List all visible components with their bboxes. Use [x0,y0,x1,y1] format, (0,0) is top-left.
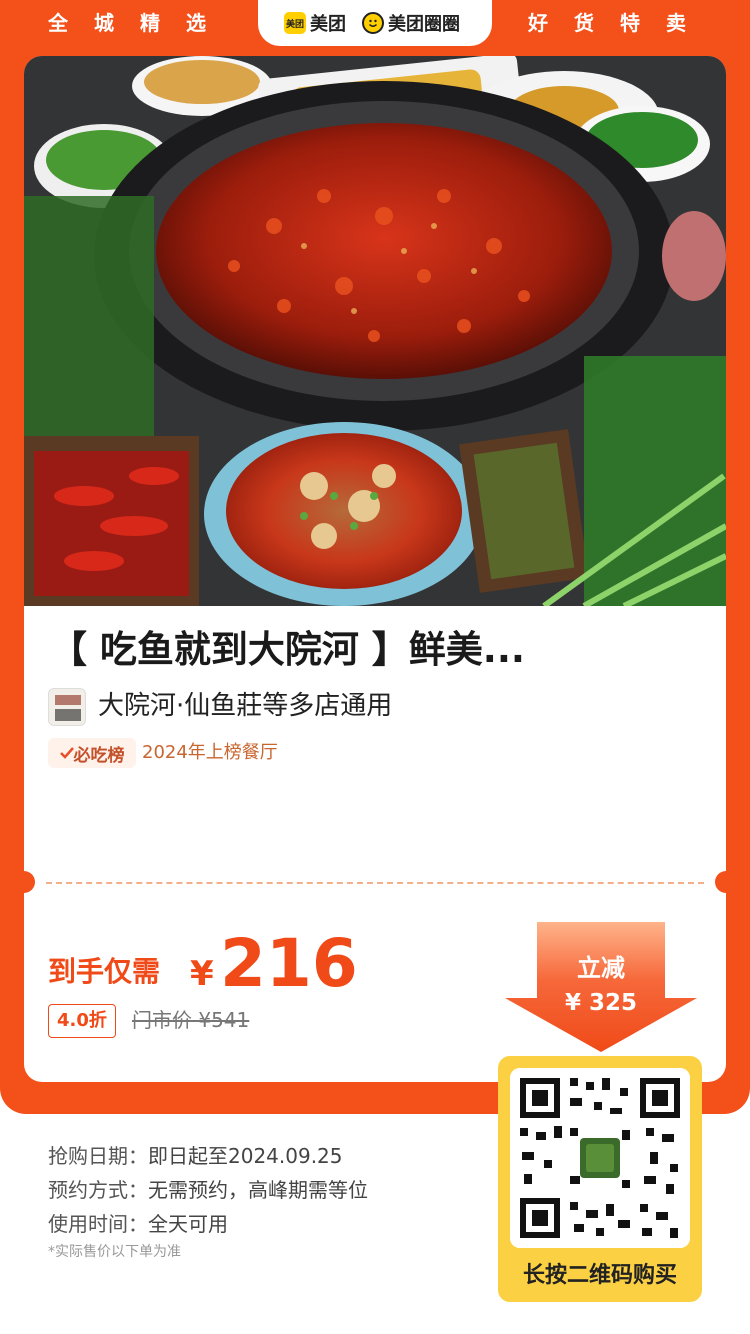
right-notch [715,871,737,893]
info-row-usage-time: 使用时间：全天可用 [48,1208,228,1240]
dashed-divider [46,882,704,884]
final-price: 216 [220,925,358,1002]
left-slogan: 全城精选 [48,11,232,35]
info-row-reservation: 预约方式：无需预约，高峰期需等位 [48,1174,368,1206]
check-icon [59,747,74,759]
savings-amount: ¥ 325 [564,990,638,1016]
price-label: 到手仅需 [48,955,161,988]
currency-symbol: ¥ [190,954,214,994]
price-disclaimer: *实际售价以下单为准 [48,1244,181,1260]
qr-label: 长按二维码购买 [522,1263,677,1288]
info-key: 使用时间： [48,1212,148,1236]
info-row-date: 抢购日期：即日起至2024.09.25 [48,1140,343,1172]
rank-badge-label: 必吃榜 [73,745,125,766]
info-value: 无需预约，高峰期需等位 [148,1178,368,1202]
qr-code[interactable] [510,1068,690,1248]
meituan-quanquan-label: 美团圈圈 [388,14,460,35]
smile-logo-icon [362,12,384,34]
store-name[interactable]: 大院河·仙鱼莊等多店通用 [98,686,392,726]
discount-badge: 4.0折 [48,1004,116,1038]
right-slogan: 好货特卖 [528,11,712,35]
must-eat-rank-badge: 必吃榜 [48,738,136,768]
qr-code-icon [510,1068,690,1248]
hotpot-food-image[interactable] [24,56,726,606]
meituan-brand: 美团 美团 [284,10,346,36]
rank-text: 2024年上榜餐厅 [142,742,278,763]
info-value: 即日起至2024.09.25 [148,1144,343,1168]
info-key: 抢购日期： [48,1144,148,1168]
meituan-logo-icon: 美团 [284,12,306,34]
meituan-brand-label: 美团 [310,14,346,35]
left-notch [13,871,35,893]
original-price: 门市价 ¥541 [132,1008,250,1032]
product-title[interactable]: 【 吃鱼就到大院河 】鲜美... [50,622,710,678]
meituan-quanquan-brand: 美团圈圈 [362,10,460,36]
store-logo-icon [48,688,86,726]
info-value: 全天可用 [148,1212,228,1236]
info-key: 预约方式： [48,1178,148,1202]
savings-label: 立减 [577,954,625,982]
